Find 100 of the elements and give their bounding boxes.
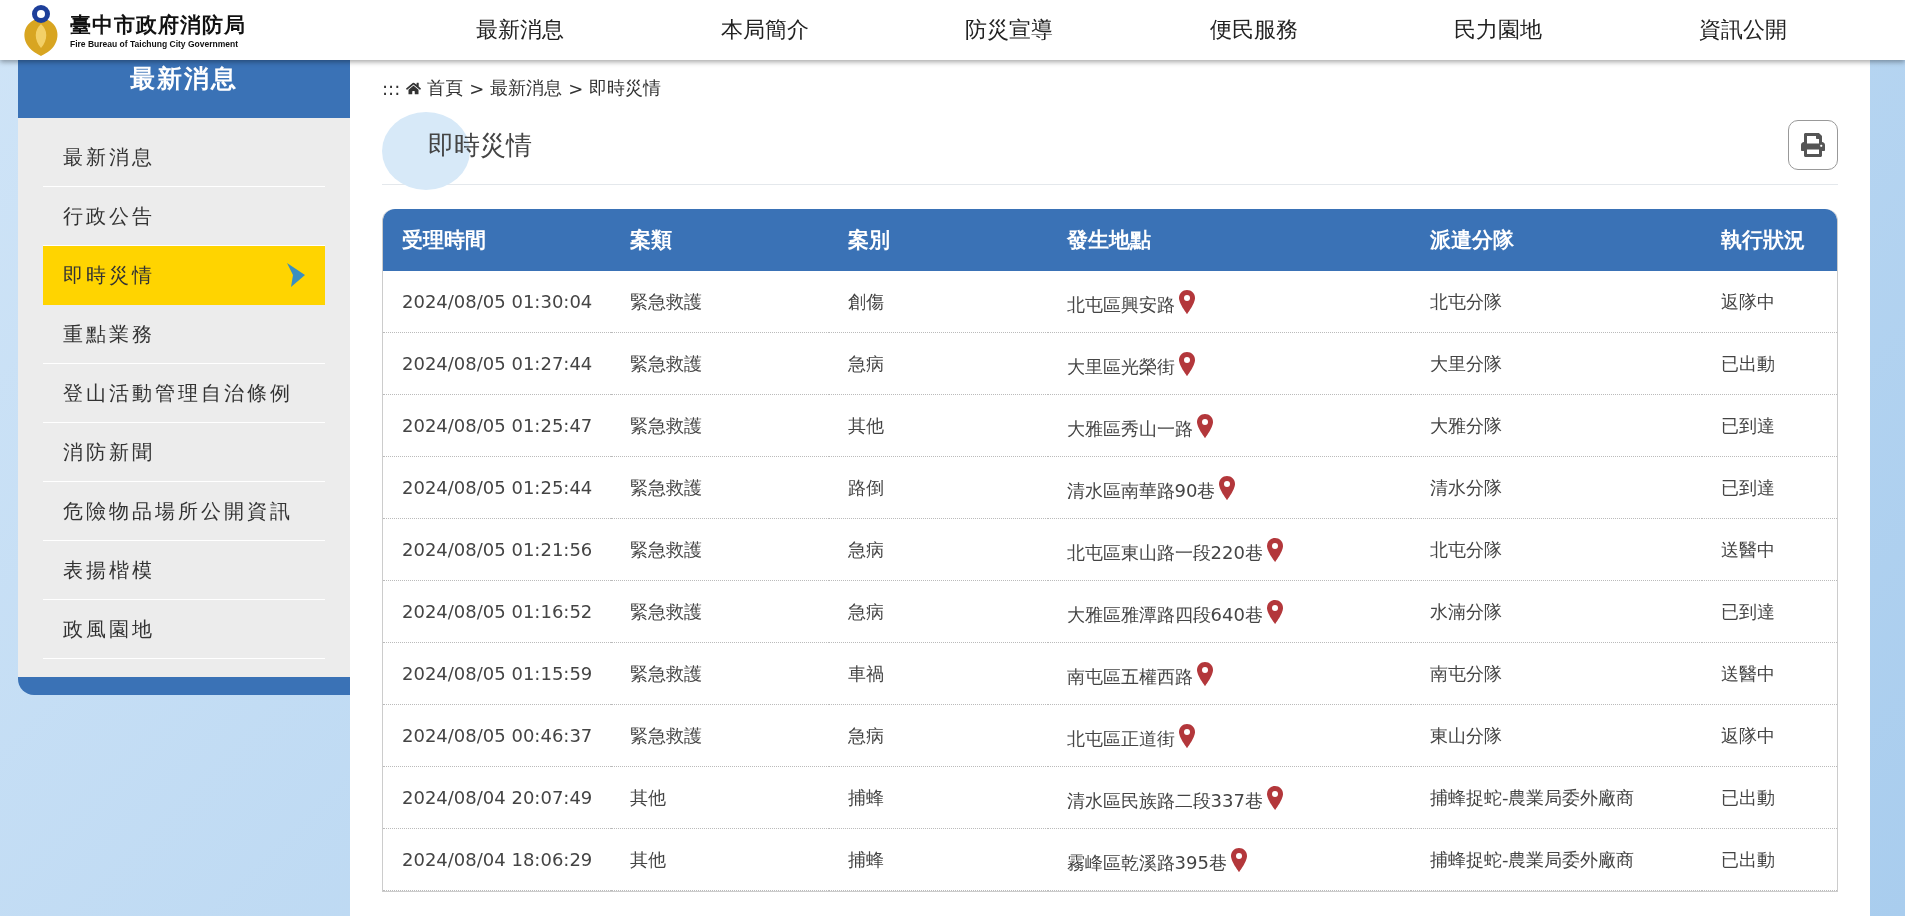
table-cell: 緊急救護 bbox=[611, 395, 830, 457]
breadcrumb-divider: > bbox=[568, 77, 584, 99]
column-header: 受理時間 bbox=[383, 209, 612, 271]
table-cell: 送醫中 bbox=[1701, 643, 1837, 705]
nav-link[interactable]: 最新消息 bbox=[476, 15, 565, 45]
table-cell: 2024/08/05 01:16:52 bbox=[383, 581, 612, 643]
table-cell: 水湳分隊 bbox=[1411, 581, 1702, 643]
map-pin-icon[interactable] bbox=[1196, 413, 1213, 438]
table-cell: 大里分隊 bbox=[1411, 333, 1702, 395]
breadcrumb-divider: > bbox=[469, 77, 485, 99]
table-cell: 2024/08/05 01:25:47 bbox=[383, 395, 612, 457]
table-cell: 緊急救護 bbox=[611, 519, 830, 581]
sidebar-item[interactable]: 即時災情 bbox=[43, 246, 325, 305]
table-cell: 返隊中 bbox=[1701, 271, 1837, 333]
table-cell: 車禍 bbox=[829, 643, 1048, 705]
sidebar-item[interactable]: 表揚楷模 bbox=[43, 541, 325, 600]
location-text: 清水區南華路90巷 bbox=[1066, 478, 1216, 503]
location-text: 清水區民族路二段337巷 bbox=[1066, 788, 1263, 813]
table-cell: 路倒 bbox=[829, 457, 1048, 519]
table-cell: 已到達 bbox=[1701, 395, 1837, 457]
sidebar-item[interactable]: 登山活動管理自治條例 bbox=[43, 364, 325, 423]
location-text: 北屯區興安路 bbox=[1066, 292, 1175, 317]
table-cell: 其他 bbox=[611, 829, 830, 891]
sidebar-item[interactable]: 政風園地 bbox=[43, 600, 325, 659]
site-title: 臺中市政府消防局 bbox=[70, 11, 246, 39]
column-header: 執行狀況 bbox=[1701, 209, 1837, 271]
sidebar-item[interactable]: 消防新聞 bbox=[43, 423, 325, 482]
table-cell: 2024/08/05 01:21:56 bbox=[383, 519, 612, 581]
home-icon bbox=[406, 80, 422, 96]
table-cell: 北屯分隊 bbox=[1411, 271, 1702, 333]
sidebar-item[interactable]: 重點業務 bbox=[43, 305, 325, 364]
table-cell: 已出動 bbox=[1701, 829, 1837, 891]
table-cell: 已出動 bbox=[1701, 767, 1837, 829]
table-cell: 急病 bbox=[829, 705, 1048, 767]
nav-link[interactable]: 防災宣導 bbox=[965, 15, 1054, 45]
map-pin-icon[interactable] bbox=[1219, 475, 1236, 500]
breadcrumb-link[interactable]: 即時災情 bbox=[589, 76, 662, 100]
table-cell: 已到達 bbox=[1701, 581, 1837, 643]
map-pin-icon[interactable] bbox=[1178, 289, 1195, 314]
map-pin-icon[interactable] bbox=[1266, 537, 1283, 562]
map-pin-icon[interactable] bbox=[1196, 661, 1213, 686]
breadcrumb-link[interactable]: 最新消息 bbox=[490, 76, 563, 100]
location-text: 南屯區五權西路 bbox=[1066, 664, 1193, 689]
table-cell: 緊急救護 bbox=[611, 643, 830, 705]
map-pin-icon[interactable] bbox=[1178, 723, 1195, 748]
table-cell: 緊急救護 bbox=[611, 581, 830, 643]
map-pin-icon[interactable] bbox=[1230, 847, 1247, 872]
page-title: 即時災情 bbox=[428, 128, 532, 162]
table-cell: 捕蜂捉蛇-農業局委外廠商 bbox=[1411, 767, 1702, 829]
location-text: 北屯區東山路一段220巷 bbox=[1066, 540, 1263, 565]
table-cell: 2024/08/05 01:27:44 bbox=[383, 333, 612, 395]
table-cell: 2024/08/04 18:06:29 bbox=[383, 829, 612, 891]
table-cell: 返隊中 bbox=[1701, 705, 1837, 767]
table-cell: 創傷 bbox=[829, 271, 1048, 333]
location-text: 霧峰區乾溪路395巷 bbox=[1066, 850, 1227, 875]
table-cell: 2024/08/04 20:07:49 bbox=[383, 767, 612, 829]
table-cell: 送醫中 bbox=[1701, 519, 1837, 581]
sidebar-item[interactable]: 最新消息 bbox=[43, 128, 325, 187]
table-cell: 緊急救護 bbox=[611, 333, 830, 395]
breadcrumb-marker: ::: bbox=[382, 77, 401, 99]
table-cell: 大雅分隊 bbox=[1411, 395, 1702, 457]
table-cell: 急病 bbox=[829, 519, 1048, 581]
sidebar-item[interactable]: 危險物品場所公開資訊 bbox=[43, 482, 325, 541]
breadcrumb-link[interactable]: 首頁 bbox=[427, 76, 464, 100]
column-header: 案類 bbox=[611, 209, 830, 271]
map-pin-icon[interactable] bbox=[1266, 599, 1283, 624]
table-cell: 2024/08/05 01:15:59 bbox=[383, 643, 612, 705]
table-cell: 已到達 bbox=[1701, 457, 1837, 519]
table-cell: 北屯分隊 bbox=[1411, 519, 1702, 581]
column-header: 派遣分隊 bbox=[1411, 209, 1702, 271]
table-cell: 急病 bbox=[829, 333, 1048, 395]
column-header: 發生地點 bbox=[1047, 209, 1411, 271]
table-cell: 其他 bbox=[829, 395, 1048, 457]
table-cell: 急病 bbox=[829, 581, 1048, 643]
table-cell: 2024/08/05 01:30:04 bbox=[383, 271, 612, 333]
table-cell: 捕蜂 bbox=[829, 829, 1048, 891]
table-cell: 清水分隊 bbox=[1411, 457, 1702, 519]
nav-link[interactable]: 民力園地 bbox=[1454, 15, 1543, 45]
location-text: 大雅區雅潭路四段640巷 bbox=[1066, 602, 1263, 627]
location-text: 大里區光榮街 bbox=[1066, 354, 1175, 379]
table-cell: 捕蜂捉蛇-農業局委外廠商 bbox=[1411, 829, 1702, 891]
location-text: 大雅區秀山一路 bbox=[1066, 416, 1193, 441]
nav-link[interactable]: 便民服務 bbox=[1209, 15, 1298, 45]
table-cell: 捕蜂 bbox=[829, 767, 1048, 829]
site-subtitle: Fire Bureau of Taichung City Government bbox=[70, 39, 239, 49]
table-cell: 其他 bbox=[611, 767, 830, 829]
table-cell: 南屯分隊 bbox=[1411, 643, 1702, 705]
nav-link[interactable]: 本局簡介 bbox=[720, 15, 809, 45]
column-header: 案別 bbox=[829, 209, 1048, 271]
map-pin-icon[interactable] bbox=[1178, 351, 1195, 376]
table-cell: 緊急救護 bbox=[611, 457, 830, 519]
print-button[interactable] bbox=[1788, 120, 1838, 170]
map-pin-icon[interactable] bbox=[1266, 785, 1283, 810]
print-icon bbox=[1801, 133, 1825, 157]
pointer-arrow-icon bbox=[287, 263, 305, 287]
sidebar-title: 最新消息 bbox=[18, 60, 350, 118]
location-text: 北屯區正道街 bbox=[1066, 726, 1175, 751]
table-cell: 緊急救護 bbox=[611, 271, 830, 333]
table-cell: 2024/08/05 00:46:37 bbox=[383, 705, 612, 767]
nav-link[interactable]: 資訊公開 bbox=[1698, 15, 1787, 45]
